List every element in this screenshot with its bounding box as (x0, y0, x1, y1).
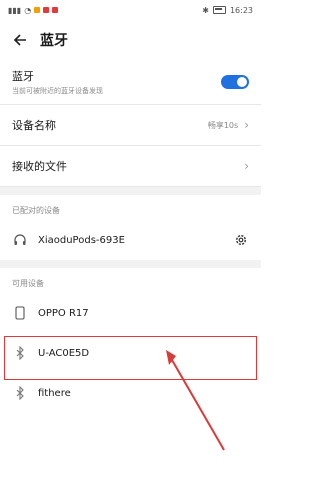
status-bar: ▮▮▮ ◔ ✱ 16:23 (0, 0, 261, 20)
headphones-icon (12, 233, 28, 247)
device-name: OPPO R17 (38, 307, 89, 319)
status-time: 16:23 (229, 5, 253, 15)
bluetooth-subtitle: 当前可被附近的蓝牙设备发现 (12, 87, 103, 95)
notification-icon (43, 7, 50, 13)
wifi-icon: ◔ (24, 5, 32, 15)
received-files-row[interactable]: 接收的文件 › (0, 146, 261, 187)
device-name-value: 畅享10s (207, 120, 239, 130)
paired-section-label: 已配对的设备 (12, 206, 60, 215)
bluetooth-toggle-row[interactable]: 蓝牙 当前可被附近的蓝牙设备发现 (0, 60, 261, 105)
available-section-label: 可用设备 (12, 279, 44, 288)
gear-icon[interactable] (233, 233, 249, 247)
available-device-row[interactable]: OPPO R17 (0, 293, 261, 333)
bluetooth-label: 蓝牙 (12, 70, 34, 83)
notification-icon (52, 7, 59, 13)
app-bar: 蓝牙 (0, 20, 261, 60)
bluetooth-icon (12, 386, 28, 400)
device-name-row[interactable]: 设备名称 畅享10s › (0, 105, 261, 146)
back-arrow-icon (13, 34, 26, 46)
device-name: fithere (38, 387, 71, 399)
signal-icon: ▮▮▮ (8, 5, 22, 15)
section-divider (0, 187, 261, 195)
bluetooth-toggle[interactable] (221, 75, 249, 89)
toggle-knob (237, 77, 247, 87)
bluetooth-status-icon: ✱ (202, 5, 209, 15)
chevron-right-icon: › (244, 159, 249, 173)
phone-icon (12, 306, 28, 320)
status-icons-left: ▮▮▮ ◔ (8, 5, 59, 15)
back-button[interactable] (10, 30, 30, 50)
notification-icon (34, 7, 41, 13)
received-files-label: 接收的文件 (12, 160, 67, 173)
section-divider (0, 260, 261, 268)
device-name-label: 设备名称 (12, 119, 56, 132)
page-title: 蓝牙 (40, 33, 68, 49)
battery-icon (212, 6, 226, 14)
highlight-box (4, 336, 257, 380)
device-name: XiaoduPods-693E (38, 234, 125, 246)
status-icons-right: ✱ 16:23 (202, 6, 253, 15)
paired-device-row[interactable]: XiaoduPods-693E (0, 220, 261, 260)
chevron-right-icon: › (244, 118, 249, 132)
